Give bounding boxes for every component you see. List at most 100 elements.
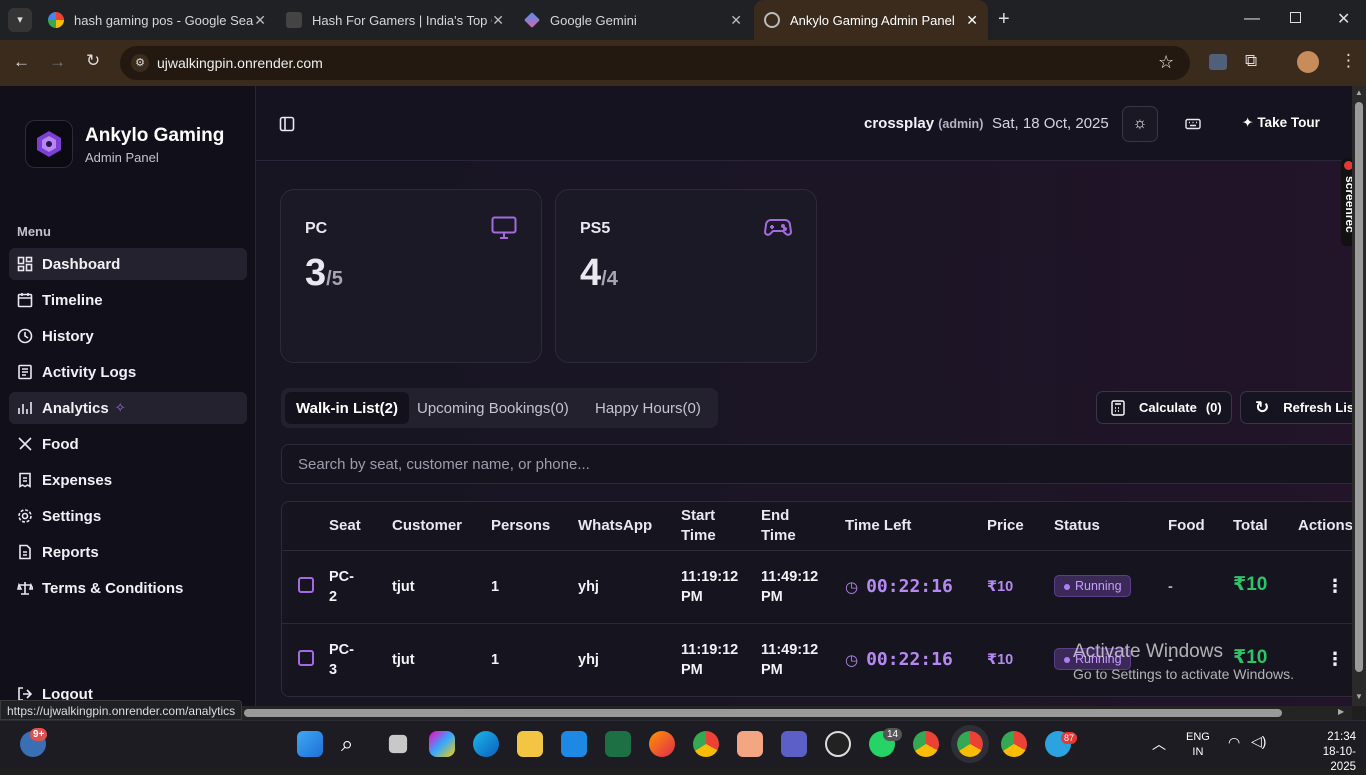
take-tour-button[interactable]: ✦ Take Tour — [1242, 115, 1320, 131]
tab-google-search[interactable]: hash gaming pos - Google Sear ✕ — [40, 0, 276, 40]
volume-icon[interactable]: ◁) — [1251, 733, 1266, 750]
new-tab-button[interactable]: + — [998, 8, 1010, 31]
tab-happy-hours[interactable]: Happy Hours(0) — [584, 392, 712, 424]
row-actions-icon[interactable]: ⋮ — [1326, 649, 1344, 669]
tab-title: Ankylo Gaming Admin Panel — [790, 12, 955, 28]
column-header: Customer — [392, 517, 463, 534]
sidebar-item-label: Analytics — [42, 399, 109, 417]
theme-toggle-button[interactable]: ☼ — [1122, 106, 1158, 142]
sidebar-item-food[interactable]: Food — [9, 428, 247, 460]
language-indicator[interactable]: ENG IN — [1186, 730, 1210, 760]
teams-icon[interactable] — [781, 731, 807, 757]
close-icon[interactable]: ✕ — [966, 12, 978, 29]
utensils-icon — [18, 437, 32, 451]
forward-icon[interactable]: → — [49, 52, 66, 72]
edge-icon[interactable] — [473, 731, 499, 757]
close-icon[interactable]: ✕ — [254, 12, 266, 29]
sidebar-toggle-icon[interactable] — [279, 116, 295, 132]
current-date: Sat, 18 Oct, 2025 — [992, 115, 1109, 132]
chrome-profile-icon[interactable] — [913, 731, 939, 757]
restore-icon[interactable] — [1290, 12, 1301, 23]
close-icon[interactable]: ✕ — [730, 12, 742, 29]
scroll-up-icon[interactable]: ▲ — [1355, 88, 1363, 97]
wifi-icon[interactable]: ◠ — [1228, 734, 1240, 751]
reload-icon[interactable]: ↻ — [86, 51, 100, 71]
row-checkbox[interactable] — [298, 577, 314, 593]
sidebar-item-activity-logs[interactable]: Activity Logs — [9, 356, 247, 388]
scale-icon — [17, 582, 33, 595]
sidebar-item-label: Terms & Conditions — [42, 579, 184, 597]
vertical-scrollbar[interactable]: ▲ ▼ — [1352, 86, 1366, 706]
customer-cell: tjut — [392, 579, 415, 595]
address-bar[interactable]: ⚙ ujwalkingpin.onrender.com ☆ — [120, 46, 1190, 80]
telegram-badge: 87 — [1061, 732, 1078, 744]
chevron-up-icon[interactable]: ︿ — [1152, 734, 1166, 754]
tab-upcoming-bookings[interactable]: Upcoming Bookings(0) — [406, 392, 580, 424]
excel-icon[interactable] — [605, 731, 631, 757]
refresh-list-button[interactable]: ↻ Refresh List — [1240, 391, 1352, 424]
row-checkbox[interactable] — [298, 650, 314, 666]
calculate-button[interactable]: Calculate (0) — [1096, 391, 1232, 424]
tab-search-button[interactable]: ▾ — [8, 8, 32, 32]
search-icon[interactable]: ⌕ — [341, 731, 367, 757]
store-icon[interactable] — [561, 731, 587, 757]
powerpoint-icon[interactable] — [737, 731, 763, 757]
sidebar-item-history[interactable]: History — [9, 320, 247, 352]
calculate-count: (0) — [1205, 400, 1222, 415]
sidebar-item-reports[interactable]: Reports — [9, 536, 247, 568]
sidebar-item-terms[interactable]: Terms & Conditions — [9, 572, 247, 604]
tab-walk-in-list[interactable]: Walk-in List(2) — [285, 392, 409, 424]
copilot-icon[interactable] — [429, 731, 455, 757]
sparkle-icon: ✧ — [114, 400, 126, 415]
search-input[interactable]: Search by seat, customer name, or phone.… — [281, 444, 1352, 484]
scroll-right-icon[interactable]: ▶ — [1338, 707, 1344, 716]
tab-title: Google Gemini — [550, 12, 637, 28]
firefox-icon[interactable] — [649, 731, 675, 757]
scroll-thumb[interactable] — [1355, 102, 1363, 672]
file-explorer-icon[interactable] — [517, 731, 543, 757]
globe-icon — [764, 12, 780, 28]
clock[interactable]: 21:34 18-10-2025 — [1300, 730, 1356, 775]
tab-ankylo-admin[interactable]: Ankylo Gaming Admin Panel ✕ — [754, 0, 988, 40]
sidebar-item-timeline[interactable]: Timeline — [9, 284, 247, 316]
column-header: WhatsApp — [578, 517, 653, 534]
task-view-icon[interactable] — [388, 734, 408, 754]
avatar[interactable] — [1297, 51, 1319, 73]
site-info-icon[interactable]: ⚙ — [131, 54, 149, 72]
start-icon[interactable] — [297, 731, 323, 757]
back-icon[interactable]: ← — [13, 52, 30, 72]
profile-extension-icon[interactable] — [1209, 54, 1227, 70]
card-count: 4/4 — [580, 252, 618, 295]
chrome-op-icon[interactable] — [1001, 731, 1027, 757]
close-icon[interactable]: ✕ — [492, 12, 504, 29]
sidebar-item-expenses[interactable]: Expenses — [9, 464, 247, 496]
chrome-icon[interactable] — [693, 731, 719, 757]
keyboard-icon[interactable] — [1185, 116, 1201, 132]
sidebar-item-settings[interactable]: Settings — [9, 500, 247, 532]
minimize-icon[interactable]: — — [1244, 10, 1260, 28]
wpm-icon[interactable] — [825, 731, 851, 757]
extensions-puzzle-icon[interactable]: ⧉ — [1245, 51, 1257, 71]
region-code: IN — [1192, 746, 1204, 758]
card-used: 4 — [580, 252, 602, 294]
chrome-active-icon[interactable] — [951, 725, 989, 763]
scroll-thumb[interactable] — [244, 709, 1282, 717]
sidebar-item-label: Dashboard — [42, 255, 121, 273]
calculate-label: Calculate — [1139, 400, 1197, 415]
window-close-icon[interactable]: ✕ — [1337, 9, 1350, 29]
sidebar-item-dashboard[interactable]: Dashboard — [9, 248, 247, 280]
row-actions-icon[interactable]: ⋮ — [1326, 576, 1344, 596]
sidebar-item-label: History — [42, 327, 94, 345]
sidebar-item-label: Settings — [42, 507, 102, 525]
pc-stat-card: PC 3/5 — [280, 189, 542, 363]
scroll-down-icon[interactable]: ▼ — [1355, 692, 1363, 701]
tab-google-gemini[interactable]: Google Gemini ✕ — [516, 0, 752, 40]
tab-hash-for-gamers[interactable]: Hash For Gamers | India's Top G ✕ — [278, 0, 514, 40]
take-tour-label: Take Tour — [1257, 115, 1320, 130]
whatsapp-cell: yhj — [578, 579, 599, 595]
sidebar-item-analytics[interactable]: Analytics ✧ — [9, 392, 247, 424]
bookmark-star-icon[interactable]: ☆ — [1158, 52, 1174, 73]
refresh-label: Refresh List — [1283, 400, 1352, 415]
gamepad-icon — [764, 219, 792, 236]
kebab-menu-icon[interactable]: ⋮ — [1340, 51, 1357, 71]
